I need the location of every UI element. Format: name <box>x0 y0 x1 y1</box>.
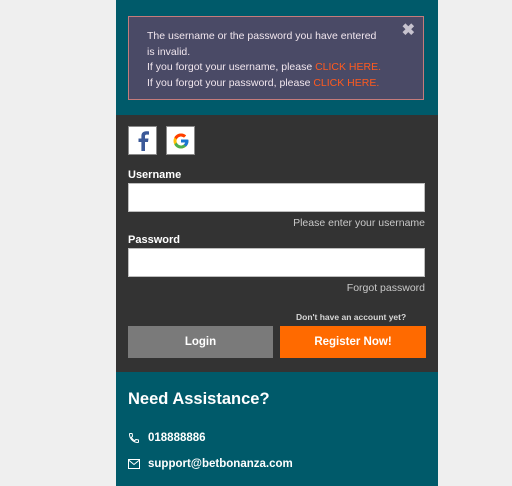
facebook-login-button[interactable] <box>128 126 157 155</box>
envelope-icon <box>128 458 140 470</box>
error-line-2: is invalid. <box>147 45 191 58</box>
error-line-3: If you forgot your username, please CLIC… <box>147 60 405 76</box>
error-section: ✖ The username or the password you have … <box>116 0 438 115</box>
error-line-1: The username or the password you have en… <box>147 30 377 42</box>
login-form: Username Please enter your username Pass… <box>116 115 438 372</box>
phone-number: 018888886 <box>148 432 206 444</box>
forgot-password-link[interactable]: CLICK HERE. <box>313 77 379 89</box>
password-label: Password <box>128 234 180 246</box>
phone-row[interactable]: 018888886 <box>128 432 206 444</box>
username-hint: Please enter your username <box>293 217 425 229</box>
assistance-title: Need Assistance? <box>128 390 270 408</box>
phone-icon <box>128 432 140 444</box>
password-input[interactable] <box>128 248 425 277</box>
error-line-4: If you forgot your password, please CLIC… <box>147 76 405 92</box>
error-line-3-text: If you forgot your username, please <box>147 61 316 73</box>
signup-question: Don't have an account yet? <box>296 312 407 322</box>
close-icon[interactable]: ✖ <box>402 23 415 39</box>
register-button[interactable]: Register Now! <box>280 326 426 358</box>
username-label: Username <box>128 169 182 181</box>
email-row[interactable]: support@betbonanza.com <box>128 458 293 470</box>
facebook-icon <box>138 130 149 151</box>
login-button[interactable]: Login <box>128 326 273 358</box>
forgot-password-link-bottom[interactable]: Forgot password <box>347 282 425 294</box>
error-alert: ✖ The username or the password you have … <box>128 16 424 100</box>
forgot-username-link[interactable]: CLICK HERE. <box>315 61 381 73</box>
login-panel: ✖ The username or the password you have … <box>116 0 438 486</box>
support-email: support@betbonanza.com <box>148 458 293 470</box>
error-line-4-text: If you forgot your password, please <box>147 76 314 89</box>
google-login-button[interactable] <box>166 126 195 155</box>
username-input[interactable] <box>128 183 425 212</box>
google-icon <box>173 133 188 148</box>
